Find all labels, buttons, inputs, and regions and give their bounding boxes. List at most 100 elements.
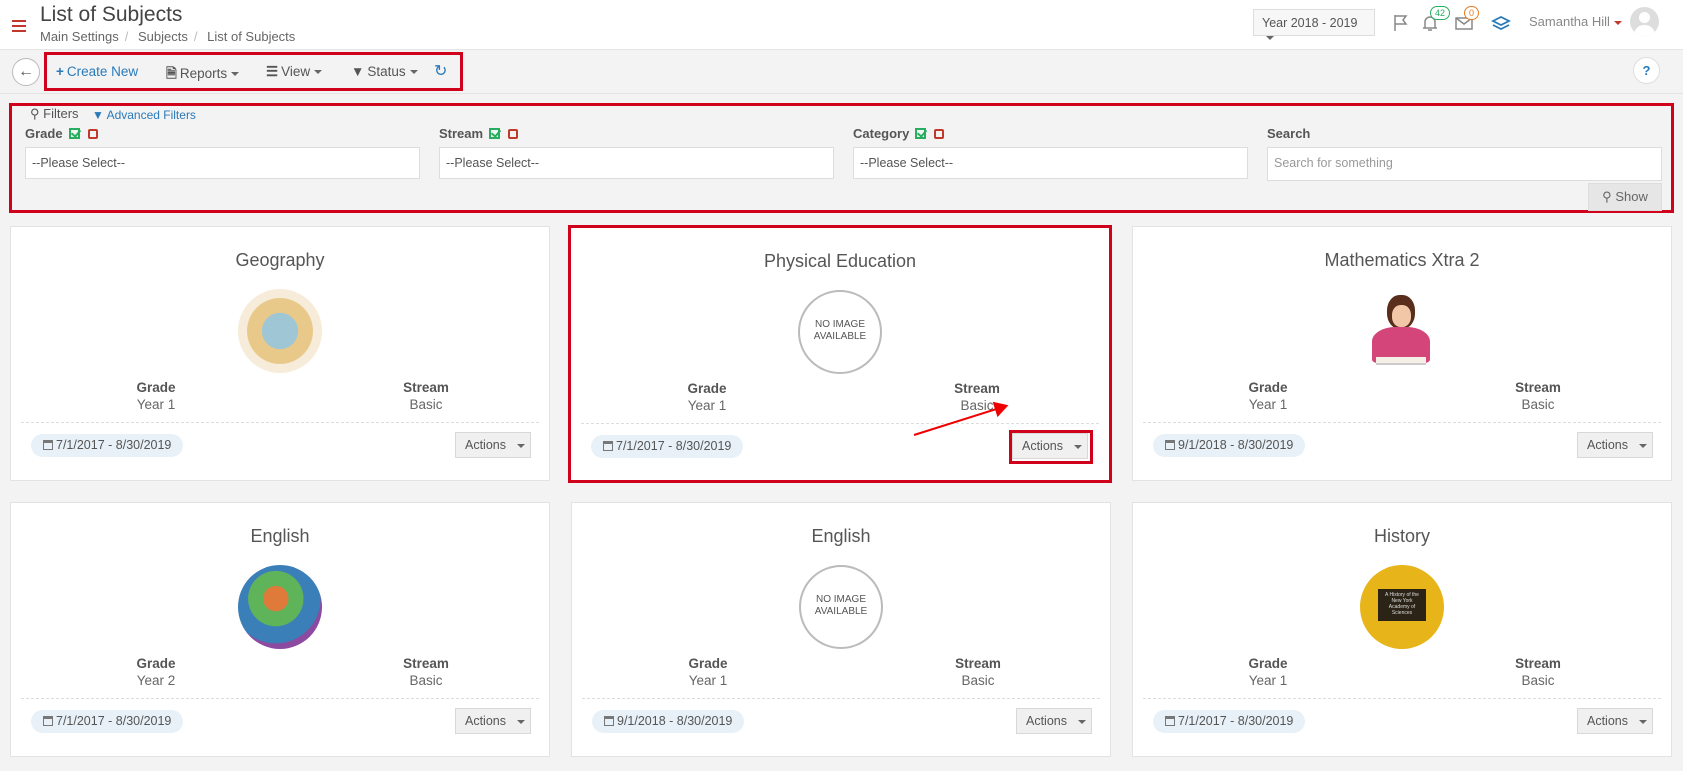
subject-image [238, 565, 322, 649]
clear-selection-icon[interactable] [934, 129, 945, 139]
bell-icon[interactable]: 42 [1420, 6, 1451, 33]
notifications-badge: 42 [1430, 6, 1451, 20]
avatar[interactable] [1630, 7, 1659, 36]
category-select[interactable]: --Please Select-- [853, 147, 1248, 179]
chevron-down-icon [517, 443, 526, 448]
advanced-filters-link[interactable]: ▼ Advanced Filters [92, 108, 196, 122]
clear-selection-icon[interactable] [508, 129, 519, 139]
date-range-text: 7/1/2017 - 8/30/2019 [56, 438, 172, 452]
breadcrumb-main-settings[interactable]: Main Settings [40, 29, 119, 44]
subject-card-geography[interactable]: Geography Grade Year 1 Stream Basic 7/1/… [10, 226, 550, 481]
date-range-badge: 7/1/2017 - 8/30/2019 [591, 435, 744, 458]
stream-label: Stream [1515, 380, 1561, 395]
user-name: Samantha Hill [1529, 14, 1610, 29]
actions-label: Actions [465, 438, 506, 452]
subject-card-english[interactable]: English Grade Year 2 Stream Basic 7/1/20… [10, 502, 550, 757]
arrow-left-icon: ← [18, 63, 34, 80]
select-all-check-icon[interactable] [915, 128, 927, 139]
search-input[interactable]: Search for something [1267, 147, 1662, 181]
calendar-icon [1165, 440, 1175, 450]
year-select-label: Year 2018 - 2019 [1262, 16, 1358, 30]
date-range-badge: 9/1/2018 - 8/30/2019 [1153, 434, 1306, 457]
refresh-icon[interactable]: ↻ [434, 61, 447, 81]
date-range-text: 7/1/2017 - 8/30/2019 [56, 714, 172, 728]
stream-value: Basic [1521, 673, 1555, 688]
filters-panel: ⚲ Filters ▼ Advanced Filters Grade --Ple… [9, 103, 1674, 213]
date-range-badge: 7/1/2017 - 8/30/2019 [31, 434, 184, 457]
grade-value: Year 1 [1248, 397, 1288, 412]
clear-selection-icon[interactable] [87, 129, 98, 139]
envelope-icon[interactable]: 0 [1454, 6, 1480, 33]
date-range-text: 9/1/2018 - 8/30/2019 [617, 714, 733, 728]
status-dropdown[interactable]: ▼ Status [351, 64, 418, 79]
grade-filter-label: Grade [25, 126, 98, 141]
category-filter-label: Category [853, 126, 945, 141]
subject-card-mathematics-xtra-2[interactable]: Mathematics Xtra 2 Grade Year 1 Stream B… [1132, 226, 1672, 481]
status-label: Status [367, 64, 406, 79]
grade-select[interactable]: --Please Select-- [25, 147, 420, 179]
grade-value: Year 1 [1248, 673, 1288, 688]
stream-select[interactable]: --Please Select-- [439, 147, 834, 179]
actions-button[interactable]: Actions [1577, 708, 1653, 734]
messages-badge: 0 [1464, 6, 1480, 20]
stream-value: Basic [1521, 397, 1555, 412]
stream-label: Stream [403, 380, 449, 395]
reports-dropdown[interactable]: 🗎 Reports [166, 64, 240, 87]
stream-label: Stream [403, 656, 449, 671]
year-select[interactable]: Year 2018 - 2019 [1253, 9, 1375, 40]
no-image-placeholder: NO IMAGE AVAILABLE [798, 290, 882, 374]
date-range-text: 7/1/2017 - 8/30/2019 [616, 439, 732, 453]
layers-icon[interactable] [1490, 13, 1512, 33]
stream-value: Basic [409, 397, 443, 412]
stream-label: Stream [955, 656, 1001, 671]
chevron-down-icon [409, 70, 418, 75]
help-button[interactable]: ? [1633, 57, 1660, 84]
show-button[interactable]: ⚲ Show [1588, 183, 1662, 211]
breadcrumb: Main Settings / Subjects / List of Subject… [40, 29, 296, 44]
actions-highlight [1009, 430, 1093, 464]
filter-icon: ▼ [92, 108, 104, 122]
calendar-icon [43, 716, 53, 726]
breadcrumb-current: List of Subjects [207, 29, 296, 44]
select-all-check-icon[interactable] [68, 128, 80, 139]
grade-label-text: Grade [25, 126, 63, 141]
create-new-label: Create New [66, 64, 139, 79]
subject-image [1360, 289, 1444, 373]
no-image-text: NO IMAGE AVAILABLE [814, 594, 868, 617]
subject-card-history[interactable]: History A History of the New York Academ… [1132, 502, 1672, 757]
view-label: View [281, 64, 311, 79]
file-icon: 🗎 [166, 66, 177, 81]
calendar-icon [1165, 716, 1175, 726]
stream-label: Stream [1515, 656, 1561, 671]
actions-button[interactable]: Actions [1577, 432, 1653, 458]
create-new-button[interactable]: + Create New [56, 64, 138, 79]
user-menu[interactable]: Samantha Hill [1529, 14, 1622, 29]
card-divider [21, 698, 539, 699]
subject-title: History [1373, 526, 1430, 546]
calendar-icon [603, 441, 613, 451]
breadcrumb-subjects[interactable]: Subjects [138, 29, 188, 44]
menu-icon[interactable] [12, 20, 26, 32]
actions-button[interactable]: Actions [1016, 708, 1092, 734]
chevron-down-icon [517, 719, 526, 724]
date-range-text: 7/1/2017 - 8/30/2019 [1178, 714, 1294, 728]
chevron-down-icon [1078, 719, 1087, 724]
actions-label: Actions [1587, 714, 1628, 728]
back-button[interactable]: ← [12, 58, 40, 86]
actions-button[interactable]: Actions [455, 432, 531, 458]
card-divider [1143, 422, 1661, 423]
list-icon: ☰ [266, 64, 279, 79]
subject-title: Mathematics Xtra 2 [1324, 250, 1480, 270]
grade-value: Year 1 [688, 673, 728, 688]
actions-button[interactable]: Actions [455, 708, 531, 734]
grade-label: Grade [136, 656, 176, 671]
select-all-check-icon[interactable] [489, 128, 501, 139]
grade-value: Year 2 [136, 673, 176, 688]
subject-title: Geography [235, 250, 325, 270]
search-label: Search [1267, 126, 1311, 141]
subject-card-english[interactable]: English NO IMAGE AVAILABLE Grade Year 1 … [571, 502, 1111, 757]
flag-icon[interactable] [1391, 13, 1411, 33]
subject-title: Physical Education [763, 251, 917, 271]
view-dropdown[interactable]: ☰ View [266, 64, 323, 80]
chevron-down-icon [1613, 20, 1622, 25]
